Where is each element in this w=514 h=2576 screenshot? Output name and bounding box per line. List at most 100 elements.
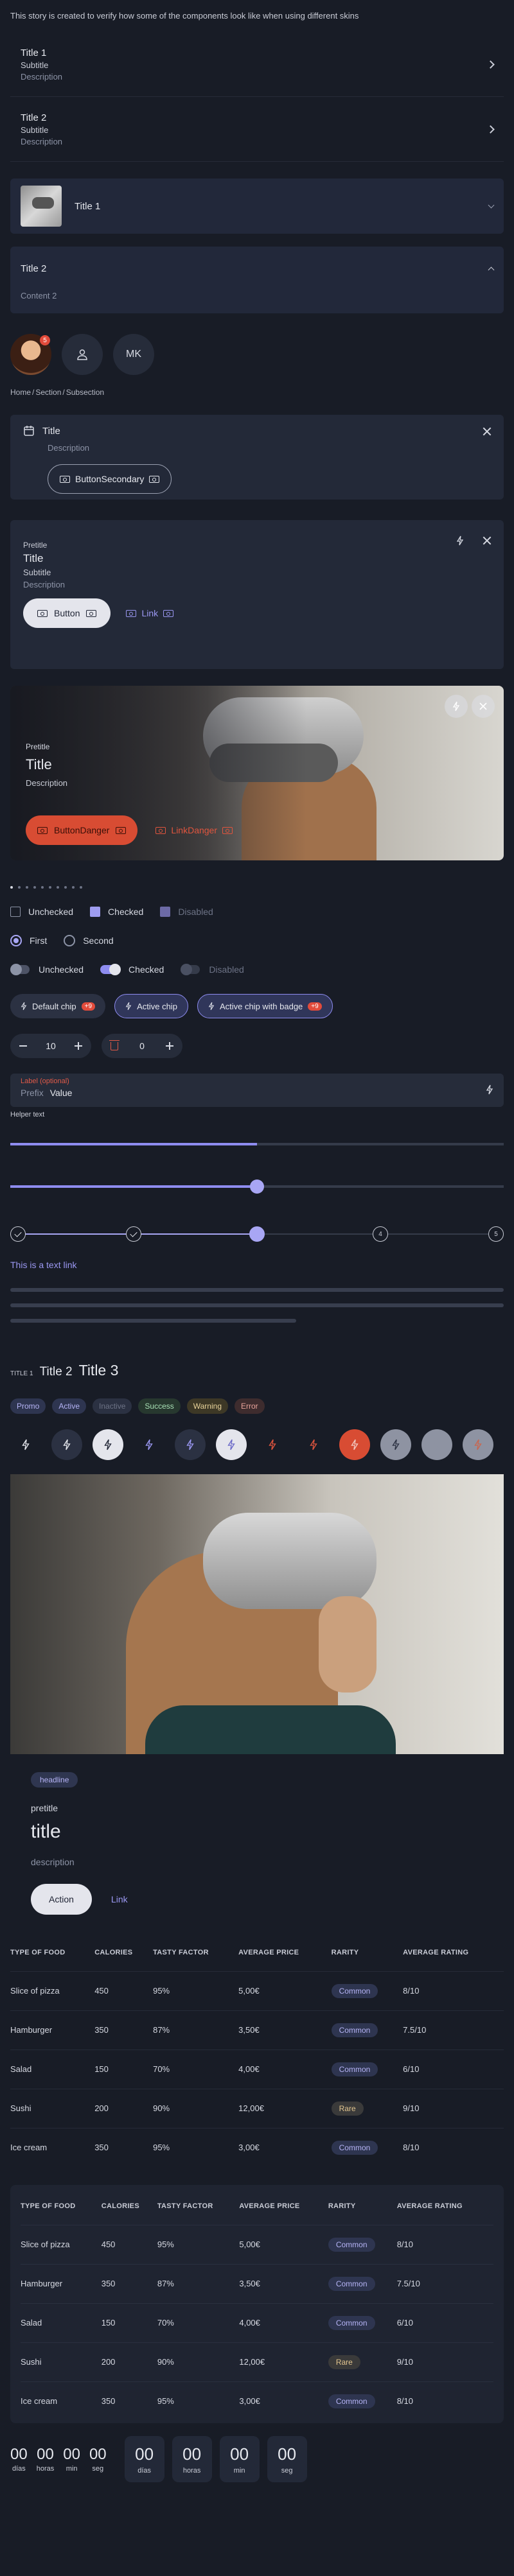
default-chip[interactable]: Default chip +9 — [10, 994, 106, 1018]
table-cell: 9/10 — [396, 2342, 493, 2381]
stepper-value: 10 — [46, 1041, 56, 1051]
slider[interactable] — [10, 1179, 504, 1194]
table-cell: 5,00€ — [239, 2224, 328, 2264]
list-item[interactable]: Title 1 Subtitle Description — [10, 32, 504, 97]
lightning-icon[interactable] — [445, 695, 468, 718]
pagination-dot[interactable] — [72, 886, 75, 889]
link-button[interactable]: Link — [126, 608, 174, 618]
pagination-dot[interactable] — [18, 886, 21, 889]
lightning-icon[interactable] — [134, 1429, 164, 1460]
list-item-subtitle: Subtitle — [21, 125, 49, 135]
table-cell: Salad — [21, 2302, 102, 2342]
accordion-title: Title 2 — [21, 263, 47, 274]
switch-unchecked[interactable] — [10, 964, 30, 975]
slider-handle[interactable] — [250, 1179, 264, 1194]
pagination-dot[interactable] — [26, 886, 28, 889]
lightning-icon — [380, 1429, 411, 1460]
lightning-icon[interactable] — [257, 1429, 288, 1460]
lightning-icon[interactable] — [51, 1429, 82, 1460]
accordion-header[interactable]: Title 2 — [21, 263, 495, 274]
plus-icon[interactable] — [75, 1042, 82, 1050]
lightning-icon[interactable] — [93, 1429, 123, 1460]
lightning-icon[interactable] — [456, 535, 464, 546]
text-field[interactable]: Label (optional) Prefix Value — [10, 1074, 504, 1107]
plus-icon[interactable] — [166, 1042, 173, 1050]
pagination-dot[interactable] — [33, 886, 36, 889]
lightning-icon[interactable] — [486, 1084, 493, 1095]
checkbox-unchecked[interactable] — [10, 907, 21, 917]
skeleton-lines — [10, 1288, 504, 1323]
hero-description: Description — [26, 778, 68, 788]
switch-label: Disabled — [209, 964, 244, 975]
progress-bar — [10, 1143, 504, 1145]
avatar-photo[interactable]: 5 — [10, 334, 51, 375]
rarity-tag: Common — [331, 2023, 378, 2037]
chip-group: Default chip +9 Active chip Active chip … — [10, 994, 504, 1018]
close-icon[interactable] — [483, 428, 491, 435]
lightning-icon[interactable] — [339, 1429, 370, 1460]
table-cell: 3,00€ — [239, 2381, 328, 2421]
breadcrumb-home[interactable]: Home — [10, 388, 31, 397]
card-pretitle: Pretitle — [23, 541, 48, 550]
pagination-dot[interactable] — [49, 886, 51, 889]
primary-button[interactable]: Button — [23, 598, 111, 628]
switch-label: Checked — [128, 964, 164, 975]
table-cell: Hamburger — [21, 2263, 102, 2303]
lightning-icon[interactable] — [216, 1429, 247, 1460]
table-cell: Salad — [10, 2049, 95, 2089]
radio-first[interactable] — [10, 935, 22, 946]
lightning-icon[interactable] — [10, 1429, 41, 1460]
rarity-tag: Common — [331, 2062, 378, 2076]
pagination-dot[interactable] — [80, 886, 82, 889]
list-item[interactable]: Title 2 Subtitle Description — [10, 97, 504, 162]
pagination-dot[interactable] — [41, 886, 44, 889]
text-link[interactable]: This is a text link — [10, 1260, 504, 1270]
accordion-collapsed[interactable]: Title 1 — [10, 178, 504, 234]
pagination-dot[interactable] — [57, 886, 59, 889]
close-icon[interactable] — [472, 695, 495, 718]
danger-link[interactable]: LinkDanger — [155, 825, 233, 835]
radio-second[interactable] — [64, 935, 76, 946]
pagination-dot[interactable] — [10, 886, 13, 889]
quantity-stepper: 10 — [10, 1034, 91, 1058]
post-link[interactable]: Link — [111, 1894, 128, 1904]
switch-checked[interactable] — [100, 964, 121, 975]
camera-icon — [86, 609, 97, 617]
table-cell: 350 — [101, 2381, 157, 2421]
pagination-dot[interactable] — [64, 886, 67, 889]
active-chip[interactable]: Active chip — [114, 994, 188, 1018]
lightning-icon[interactable] — [298, 1429, 329, 1460]
table-cell: 95% — [157, 2224, 240, 2264]
table-cell: Ice cream — [21, 2381, 102, 2421]
danger-button[interactable]: ButtonDanger — [26, 815, 138, 845]
callout-description: Description — [48, 443, 90, 453]
avatar-initials[interactable]: MK — [113, 334, 154, 375]
checkbox-checked[interactable] — [90, 907, 101, 917]
lightning-icon — [125, 1002, 132, 1011]
field-value[interactable]: Value — [50, 1088, 73, 1098]
table-cell: Sushi — [10, 2088, 95, 2128]
avatar-placeholder[interactable] — [62, 334, 103, 375]
skeleton-line — [10, 1303, 504, 1307]
lightning-icon[interactable] — [175, 1429, 206, 1460]
step-upcoming: 4 — [373, 1226, 388, 1242]
hero-title: Title — [26, 756, 52, 772]
table-header: AVERAGE RATING — [403, 1948, 469, 1956]
camera-icon — [126, 609, 137, 617]
action-button[interactable]: Action — [31, 1884, 92, 1915]
table-cell: 70% — [157, 2302, 240, 2342]
trash-icon[interactable] — [109, 1040, 120, 1050]
active-chip-with-badge[interactable]: Active chip with badge +9 — [197, 994, 333, 1018]
table-header: RARITY — [331, 1948, 359, 1956]
avatars: 5 MK — [10, 334, 504, 375]
rarity-tag: Common — [328, 2276, 375, 2291]
close-icon[interactable] — [483, 537, 491, 544]
table-cell: Hamburger — [10, 2010, 95, 2049]
lightning-icon — [463, 1429, 493, 1460]
table-cell: 3,50€ — [238, 2010, 332, 2049]
button-secondary[interactable]: ButtonSecondary — [48, 464, 172, 494]
breadcrumb-section[interactable]: Section — [35, 388, 61, 397]
user-icon — [77, 349, 87, 360]
minus-icon[interactable] — [19, 1045, 27, 1047]
rarity-tag: Common — [331, 1983, 378, 1998]
